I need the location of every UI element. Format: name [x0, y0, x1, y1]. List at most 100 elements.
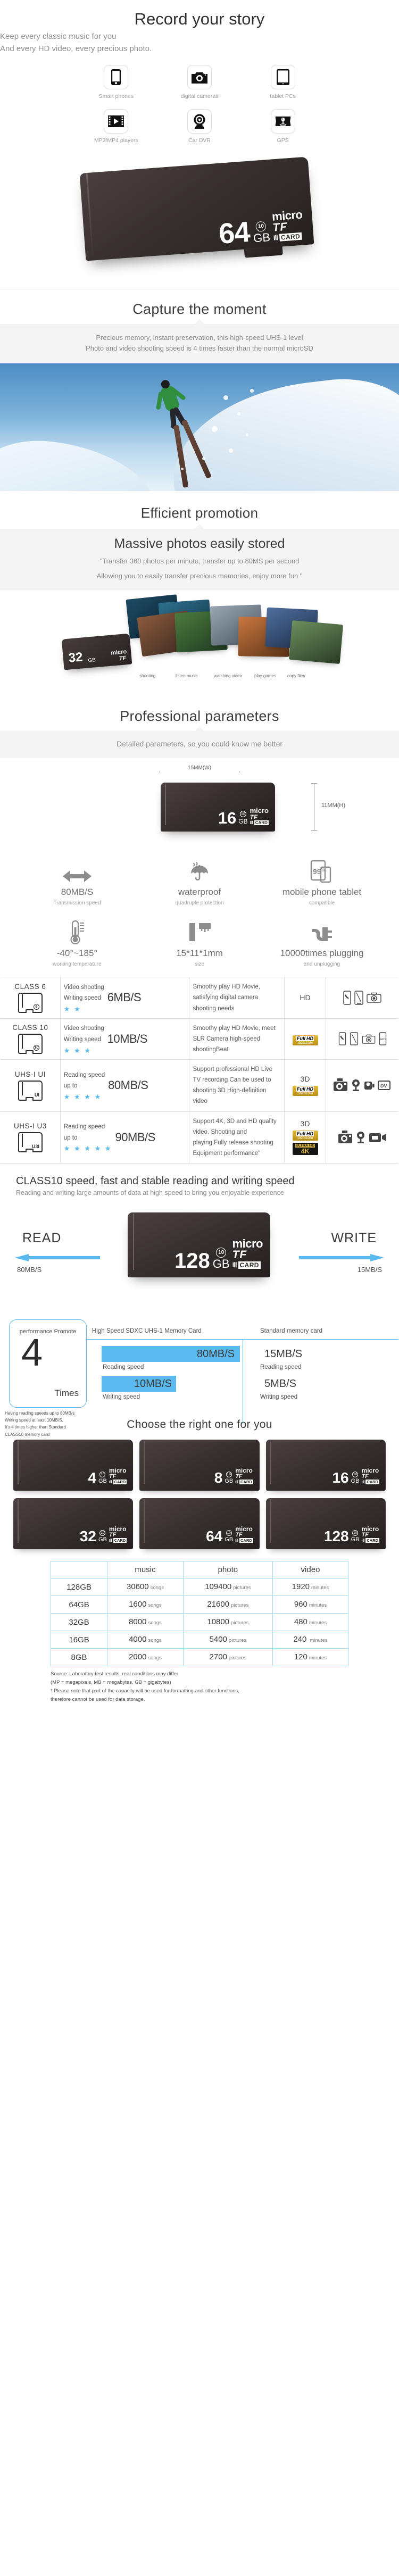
speed-label-2: up to — [63, 1134, 78, 1141]
card-capacity: 128 — [323, 1528, 349, 1545]
col-header-music: music — [107, 1561, 184, 1578]
speed-value: 6MB/S — [107, 991, 142, 1004]
capacity-card-8gb[interactable]: 8 10 GB micro TF IⅡ CARD — [139, 1440, 260, 1491]
cell-video: 120 minutes — [272, 1648, 349, 1666]
capacity-card-64gb[interactable]: 64 10 GB micro TF IⅡ CARD — [139, 1498, 260, 1549]
table-row: UHS-I UI UI Reading speed up to ★ ★ ★ ★ … — [1, 1059, 398, 1111]
cell-class: CLASS 6 6 — [1, 977, 61, 1019]
capacity-card-128gb[interactable]: 128 10 GB micro TF IⅡ CARD — [265, 1498, 386, 1549]
photo-unit: pictures — [231, 1620, 249, 1626]
photo-thumb — [288, 620, 344, 664]
thermometer-icon — [16, 920, 138, 945]
cell-description: Smoothy play HD Movie, meet SLR Camera h… — [189, 1018, 285, 1060]
video-count: 240 — [293, 1635, 307, 1644]
phone-landscape-icon — [350, 1032, 358, 1046]
star-rating: ★ ★ ★ — [63, 1046, 92, 1054]
device-label: Car DVR — [188, 137, 211, 144]
cell-speed: Reading speed up to ★ ★ ★ ★ ★ 90MB/S — [60, 1111, 190, 1164]
card-word: CARD — [254, 820, 269, 826]
cell-video: 480 minutes — [272, 1613, 349, 1631]
badge-hd-text: Full — [296, 1086, 306, 1092]
cell-music: 8000 songs — [107, 1613, 184, 1631]
skier-photo — [0, 363, 399, 492]
table-header-row: music photo video — [50, 1561, 349, 1578]
capture-title: Capture the moment — [132, 301, 267, 317]
star-rating: ★ ★ ★ ★ — [63, 1092, 102, 1101]
class-10-badge: 10 — [99, 1472, 106, 1477]
feature-caption: working temperature — [53, 961, 102, 968]
device-item-car-dvr: Car DVR — [158, 109, 242, 144]
series-label-standard: Standard memory card — [260, 1328, 322, 1334]
photo-count: 109400 — [205, 1582, 232, 1591]
capacity-card-4gb[interactable]: 4 10 GB micro TF IⅡ CARD — [13, 1440, 134, 1491]
width-dimension-label: 15MM(W) — [160, 765, 239, 771]
microsd-card-16gb: 16 10 GB micro TF IⅡ CARD — [161, 783, 275, 832]
card-capacity: 16 — [218, 809, 237, 828]
music-count: 1600 — [129, 1600, 147, 1609]
cell-photo: 21600 pictures — [182, 1596, 273, 1614]
device-item-smart-phones: Smart phones — [74, 65, 158, 99]
note-line: (MP = megapixels, MB = megabytes, GB = g… — [51, 1680, 171, 1686]
music-unit: songs — [148, 1620, 162, 1626]
uhs-1-mark: IⅡ — [109, 1480, 112, 1484]
device-label: digital cameras — [180, 93, 219, 99]
photo-unit: pictures — [228, 1638, 247, 1643]
capture-section: Capture the moment Precious memory, inst… — [0, 292, 399, 492]
capacity-card-16gb[interactable]: 16 10 GB micro TF IⅡ CARD — [265, 1440, 386, 1491]
speed-value: 90MB/S — [115, 1130, 156, 1144]
capacity-card-32gb[interactable]: 32 10 GB micro TF IⅡ CARD — [13, 1498, 134, 1549]
card-unit: GB — [98, 1536, 107, 1543]
table-row: 16GB 4000 songs 5400 pictures 240 minutes — [50, 1631, 349, 1649]
speed-label-1: Video shooting — [63, 984, 104, 991]
write-speed-value: 15MB/S — [357, 1266, 382, 1274]
table-row: 32GB 8000 songs 10800 pictures 480 minutes — [50, 1613, 349, 1631]
fan-label: copy files — [287, 673, 305, 678]
card-dimensions-diagram: 15MM(W) 11MM(H) 16 10 GB micro TF IⅡ CAR… — [0, 758, 399, 857]
promote-unit: Times — [54, 1388, 79, 1398]
capture-line1: Precious memory, instant preservation, t… — [96, 334, 303, 342]
parameters-section: Professional parameters Detailed paramet… — [0, 696, 399, 968]
badge-hd-label: HD — [306, 1035, 314, 1041]
cell-quality: HD — [284, 977, 327, 1019]
card-unit: GB — [225, 1536, 234, 1543]
video-count: 1920 — [292, 1582, 310, 1591]
write-label: WRITE — [331, 1231, 377, 1245]
feature-value: -40°~185° — [56, 948, 98, 959]
bar-value: 5MB/S — [264, 1377, 297, 1390]
card-outline-icon: U3I — [18, 1132, 43, 1153]
card-unit: GB — [225, 1478, 234, 1484]
feature-caption: quadruple protection — [175, 900, 224, 907]
feature-value: mobile phone tablet — [282, 887, 362, 898]
col-header-blank — [50, 1561, 108, 1578]
cell-devices: GPS — [326, 1018, 398, 1059]
fan-label: shooting — [139, 673, 156, 678]
music-count: 8000 — [129, 1617, 147, 1626]
card-unit: GB — [253, 230, 271, 245]
phone-tablet-icon: 99% — [261, 859, 383, 883]
speed-label-2: Writing speed — [63, 995, 101, 1002]
capacity-card-grid: 4 10 GB micro TF IⅡ CARD 8 10 GB micro TF IⅡ CAR… — [13, 1440, 386, 1549]
fan-label: play games — [254, 673, 276, 678]
badge-hd-label: HD — [306, 1086, 314, 1092]
device-label: tablet PCs — [270, 93, 296, 99]
plug-icon — [261, 920, 383, 944]
card-tf-text: TF — [109, 1532, 117, 1538]
card-micro-text: micro — [232, 1237, 263, 1251]
fan-label: watching video — [214, 673, 242, 678]
badge-4k-text: 4K — [301, 1147, 310, 1156]
promotion-title: Efficient promotion — [140, 505, 259, 521]
feature-size: 15*11*1mm size — [138, 920, 261, 967]
cell-quality: 3D Full HD 1920x1080 ULTRA HD 4K — [284, 1111, 327, 1164]
bar-label-uhs-writing: Writing speed — [103, 1394, 140, 1400]
photo-fan-graphic: 32 GB micro TF shooting listen music wat… — [0, 593, 399, 696]
promotion-line2: Allowing you to easily transfer precious… — [96, 572, 303, 580]
card-unit: GB — [87, 657, 96, 664]
card-capacity: 32 — [79, 1528, 96, 1545]
photo-count: 2700 — [209, 1652, 227, 1661]
bar-label-uhs-reading: Reading speed — [103, 1364, 144, 1370]
video-unit: minutes — [310, 1638, 328, 1643]
camera-icon — [367, 993, 381, 1003]
media-player-icon — [104, 109, 129, 134]
table-row: 64GB 1600 songs 21600 pictures 960 minutes — [50, 1596, 349, 1614]
badge-hd-label: HD — [306, 1131, 314, 1137]
